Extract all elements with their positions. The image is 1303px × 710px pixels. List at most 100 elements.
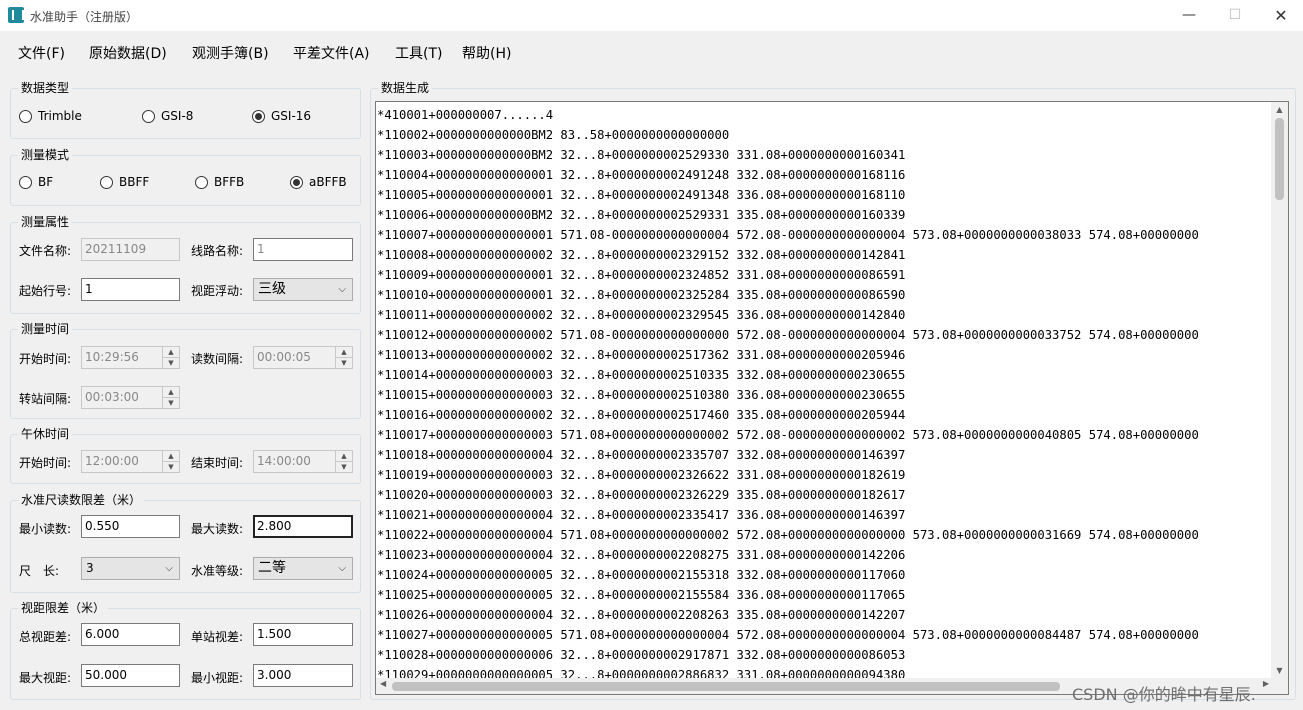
spin-down-icon[interactable]: ▼ — [163, 358, 179, 369]
radio-circle-icon — [19, 109, 32, 123]
spin-buttons[interactable]: ▲ ▼ — [162, 387, 179, 408]
measure-time-title: 测量时间 — [18, 321, 73, 337]
menu-observation-book[interactable]: 观测手簿(B) — [192, 43, 269, 63]
vertical-scrollbar[interactable]: ▲ ▼ — [1271, 102, 1288, 678]
min-reading-label: 最小读数: — [19, 522, 72, 536]
data-line: *110004+0000000000000001 32...8+00000000… — [377, 168, 906, 182]
sight-limit-group: 视距限差（米） 总视距差: 6.000 单站视差: 1.500 最大视距: 50… — [10, 600, 361, 700]
spin-up-icon[interactable]: ▲ — [336, 347, 352, 358]
radio-bf[interactable]: BF — [19, 175, 53, 189]
sight-limit-title: 视距限差（米） — [18, 600, 109, 616]
spin-down-icon[interactable]: ▼ — [336, 462, 352, 473]
data-line: *110028+0000000000000006 32...8+00000000… — [377, 648, 906, 662]
spin-down-icon[interactable]: ▼ — [163, 462, 179, 473]
sight-float-select[interactable]: 三级 ⌵ — [253, 278, 353, 301]
radio-gsi-16[interactable]: GSI-16 — [252, 109, 311, 123]
level-grade-select[interactable]: 二等 ⌵ — [253, 557, 353, 580]
radio-bffb[interactable]: BFFB — [195, 175, 244, 189]
start-line-field[interactable]: 1 — [81, 278, 180, 301]
rod-limit-group: 水准尺读数限差（米） 最小读数: 0.550 最大读数: 2.800 尺 长: … — [10, 492, 361, 593]
lunch-start-field[interactable]: 12:00:00 ▲ ▼ — [81, 450, 180, 473]
data-line: *110012+0000000000000002 571.08-00000000… — [377, 328, 1199, 342]
data-line: *110023+0000000000000004 32...8+00000000… — [377, 548, 906, 562]
vertical-scroll-thumb[interactable] — [1275, 118, 1284, 200]
data-line: *110016+0000000000000002 32...8+00000000… — [377, 408, 906, 422]
radio-label: GSI-16 — [271, 109, 312, 123]
radio-trimble[interactable]: Trimble — [19, 109, 82, 123]
data-line: *110029+0000000000000005 32...8+00000000… — [377, 668, 906, 679]
start-time-label: 开始时间: — [19, 352, 72, 366]
start-time-field[interactable]: 10:29:56 ▲ ▼ — [81, 346, 180, 369]
scroll-up-icon[interactable]: ▲ — [1271, 105, 1288, 114]
menu-help[interactable]: 帮助(H) — [462, 43, 511, 63]
total-diff-field[interactable]: 6.000 — [81, 623, 180, 646]
menu-adjustment-file[interactable]: 平差文件(A) — [293, 43, 370, 63]
lunch-end-field[interactable]: 14:00:00 ▲ ▼ — [253, 450, 353, 473]
scroll-right-icon[interactable]: ▶ — [1263, 679, 1269, 688]
data-line: *110010+0000000000000001 32...8+00000000… — [377, 288, 906, 302]
scroll-left-icon[interactable]: ◀ — [380, 679, 386, 688]
minimize-button[interactable]: — — [1166, 0, 1212, 31]
radio-label: Trimble — [38, 109, 82, 123]
radio-label: GSI-8 — [161, 109, 194, 123]
spin-up-icon[interactable]: ▲ — [163, 451, 179, 462]
data-line: *110024+0000000000000005 32...8+00000000… — [377, 568, 906, 582]
spin-buttons[interactable]: ▲ ▼ — [335, 451, 352, 472]
radio-bbff[interactable]: BBFF — [100, 175, 149, 189]
menu-tools[interactable]: 工具(T) — [395, 43, 442, 63]
radio-label: BFFB — [214, 175, 245, 189]
chevron-down-icon: ⌵ — [338, 284, 346, 295]
level-grade-label: 水准等级: — [191, 564, 244, 578]
spin-up-icon[interactable]: ▲ — [336, 451, 352, 462]
app-logo-icon — [8, 7, 24, 23]
chevron-down-icon: ⌵ — [165, 563, 173, 574]
radio-gsi-8[interactable]: GSI-8 — [142, 109, 193, 123]
scroll-corner — [1271, 678, 1288, 694]
measure-mode-title: 测量模式 — [18, 147, 73, 163]
spin-down-icon[interactable]: ▼ — [163, 398, 179, 409]
spin-up-icon[interactable]: ▲ — [163, 387, 179, 398]
station-diff-field[interactable]: 1.500 — [253, 623, 353, 646]
radio-selected-icon — [290, 175, 303, 189]
data-type-title: 数据类型 — [18, 80, 73, 96]
min-reading-field[interactable]: 0.550 — [81, 515, 180, 538]
title-bar: 水准助手（注册版） — ☐ ✕ — [0, 0, 1303, 31]
radio-abffb[interactable]: aBFFB — [290, 175, 347, 189]
rod-length-select[interactable]: 3 ⌵ — [81, 557, 180, 580]
maximize-button[interactable]: ☐ — [1212, 0, 1258, 31]
min-sight-field[interactable]: 3.000 — [253, 664, 353, 687]
horizontal-scroll-thumb[interactable] — [392, 682, 1060, 691]
chevron-down-icon: ⌵ — [338, 563, 346, 574]
spin-buttons[interactable]: ▲ ▼ — [335, 347, 352, 368]
scroll-down-icon[interactable]: ▼ — [1271, 666, 1288, 675]
start-line-label: 起始行号: — [19, 284, 72, 298]
station-interval-label: 转站间隔: — [19, 392, 72, 406]
data-line: *110014+0000000000000003 32...8+00000000… — [377, 368, 906, 382]
menu-raw-data[interactable]: 原始数据(D) — [89, 43, 167, 63]
sight-float-label: 视距浮动: — [191, 284, 244, 298]
lunch-break-title: 午休时间 — [18, 426, 73, 442]
file-name-label: 文件名称: — [19, 244, 72, 258]
data-output-textarea[interactable]: *410001+000000007......4 *110002+00000000… — [375, 101, 1289, 695]
max-sight-field[interactable]: 50.000 — [81, 664, 180, 687]
data-line: *110009+0000000000000001 32...8+00000000… — [377, 268, 906, 282]
rod-length-value: 3 — [86, 561, 94, 575]
spin-buttons[interactable]: ▲ ▼ — [162, 347, 179, 368]
menu-file[interactable]: 文件(F) — [18, 43, 65, 63]
route-name-field[interactable]: 1 — [253, 238, 353, 261]
read-interval-field[interactable]: 00:00:05 ▲ ▼ — [253, 346, 353, 369]
data-line: *110021+0000000000000004 32...8+00000000… — [377, 508, 906, 522]
menu-bar: 文件(F) 原始数据(D) 观测手簿(B) 平差文件(A) 工具(T) 帮助(H… — [0, 31, 1303, 71]
station-interval-field[interactable]: 00:03:00 ▲ ▼ — [81, 386, 180, 409]
max-reading-field[interactable]: 2.800 — [253, 515, 353, 538]
max-sight-label: 最大视距: — [19, 671, 72, 685]
rod-limit-title: 水准尺读数限差（米） — [18, 492, 145, 508]
spin-up-icon[interactable]: ▲ — [163, 347, 179, 358]
file-name-field[interactable]: 20211109 — [81, 238, 180, 261]
spin-down-icon[interactable]: ▼ — [336, 358, 352, 369]
spin-buttons[interactable]: ▲ ▼ — [162, 451, 179, 472]
read-interval-label: 读数间隔: — [191, 352, 244, 366]
data-line: *110008+0000000000000002 32...8+00000000… — [377, 248, 906, 262]
measure-time-group: 测量时间 开始时间: 10:29:56 ▲ ▼ 读数间隔: 00:00:05 ▲ ▼… — [10, 321, 361, 419]
close-button[interactable]: ✕ — [1258, 0, 1303, 31]
